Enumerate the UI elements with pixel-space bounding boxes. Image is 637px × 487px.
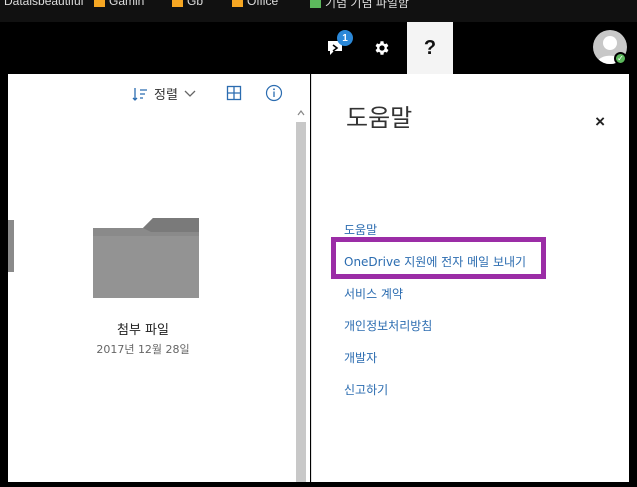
help-link-developers[interactable]: 개발자 <box>344 349 377 366</box>
gear-icon <box>375 41 389 55</box>
bookmark-item[interactable]: Gamin <box>94 0 144 8</box>
bookmark-item[interactable]: Office <box>232 0 278 8</box>
chevron-down-icon <box>184 90 196 97</box>
bookmark-label: Office <box>247 0 279 8</box>
bookmark-label: Gamin <box>109 0 145 8</box>
grid-view-icon <box>226 85 242 101</box>
bookmark-item[interactable]: 기념 기념 파일함 <box>310 0 409 11</box>
folder-tile-partial[interactable] <box>8 220 14 272</box>
sort-button[interactable]: 정렬 <box>132 84 196 103</box>
help-link-report-abuse[interactable]: 신고하기 <box>344 381 388 398</box>
bookmark-item[interactable]: Gb <box>172 0 203 8</box>
sort-icon <box>132 87 147 101</box>
bookmark-label: Gb <box>187 0 204 8</box>
view-toggle-button[interactable] <box>226 85 242 101</box>
folder-tile[interactable] <box>78 214 208 304</box>
settings-button[interactable] <box>359 22 405 74</box>
bookmark-label: Dataisbeautiful <box>4 0 84 8</box>
bookmark-icon <box>94 0 105 7</box>
file-list-pane: 정렬 첨부 파일 2017년 12월 28일 <box>8 74 310 482</box>
bookmark-icon <box>232 0 243 7</box>
folder-modified-date: 2017년 12월 28일 <box>96 343 190 356</box>
help-icon: ? <box>423 36 437 59</box>
help-panel-title: 도움말 <box>346 104 413 132</box>
window-edge <box>0 482 637 487</box>
app-header: 1 ? ✓ <box>0 22 637 74</box>
folder-icon <box>93 218 199 298</box>
presence-status-icon: ✓ <box>614 52 627 65</box>
window-edge <box>629 74 637 487</box>
bookmark-item[interactable]: Dataisbeautiful <box>4 0 83 8</box>
scrollbar-thumb[interactable] <box>296 122 306 482</box>
feedback-button[interactable]: 1 <box>313 22 359 74</box>
bookmark-label: 기념 기념 파일함 <box>325 0 409 10</box>
bookmark-icon <box>172 0 183 7</box>
help-link-help[interactable]: 도움말 <box>344 221 377 238</box>
folder-name[interactable]: 첨부 파일 <box>66 319 220 338</box>
close-icon[interactable]: × <box>595 112 605 132</box>
help-panel: 도움말 × 도움말 OneDrive 지원에 전자 메일 보내기 서비스 계약 … <box>311 74 629 482</box>
bookmarks-bar: Dataisbeautiful Gamin Gb Office 기념 기념 파일… <box>0 0 637 22</box>
help-link-privacy[interactable]: 개인정보처리방침 <box>344 317 432 334</box>
sort-label: 정렬 <box>154 88 178 103</box>
highlight-annotation <box>331 237 546 279</box>
bookmark-icon <box>310 0 321 8</box>
details-pane-button[interactable] <box>265 84 283 102</box>
notification-badge: 1 <box>337 30 353 46</box>
scroll-up-arrow-icon[interactable] <box>297 108 305 118</box>
info-icon <box>265 84 283 102</box>
help-button[interactable]: ? <box>407 22 453 74</box>
help-link-service-agreement[interactable]: 서비스 계약 <box>344 285 403 302</box>
